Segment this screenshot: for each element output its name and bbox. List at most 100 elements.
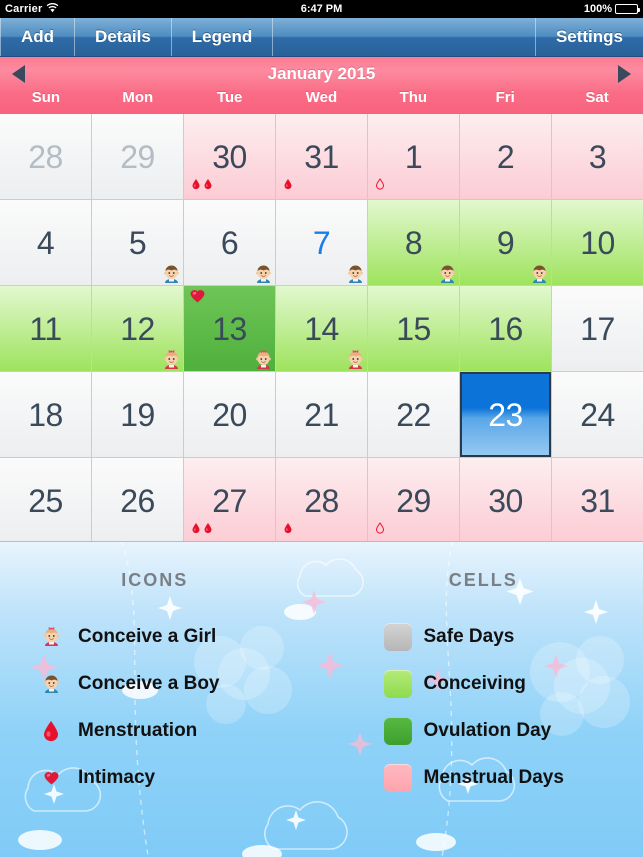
calendar-day-cell[interactable]: 13	[184, 286, 275, 371]
calendar-day-cell[interactable]: 4	[0, 200, 91, 285]
day-number: 24	[580, 396, 615, 433]
calendar-day-cell[interactable]: 7	[276, 200, 367, 285]
status-bar-time: 6:47 PM	[300, 3, 343, 15]
day-number: 14	[304, 310, 339, 347]
top-toolbar: Add Details Legend Settings	[0, 18, 643, 57]
day-number: 13	[212, 310, 247, 347]
calendar-day-cell[interactable]: 21	[276, 372, 367, 457]
calendar-day-cell[interactable]: 10	[552, 200, 643, 285]
calendar-day-cell[interactable]: 31	[552, 458, 643, 543]
legend-icon-label: Conceive a Boy	[78, 672, 220, 694]
day-number: 11	[29, 310, 62, 347]
legend-icons-list: Conceive a Girl Conceive a Boy Menstruatio…	[36, 613, 322, 801]
calendar-day-cell[interactable]: 8	[368, 200, 459, 285]
legend-cell-label: Safe Days	[423, 625, 515, 647]
day-number: 12	[120, 310, 155, 347]
day-number: 10	[580, 224, 615, 261]
prev-month-arrow-icon[interactable]	[12, 64, 25, 83]
calendar-day-cell[interactable]: 5	[92, 200, 183, 285]
day-number: 19	[120, 396, 155, 433]
legend-swatch-conceiving	[383, 669, 412, 698]
calendar-day-cell[interactable]: 23	[460, 372, 551, 457]
calendar-day-cell[interactable]: 20	[184, 372, 275, 457]
legend-swatch-menstrual	[383, 763, 412, 792]
day-number: 15	[396, 310, 431, 347]
blood-drop-filled-icon	[283, 177, 293, 196]
calendar-day-cell[interactable]: 1	[368, 114, 459, 199]
baby-girl-icon	[255, 350, 272, 369]
legend-swatch-ovulation	[383, 716, 412, 745]
day-number: 5	[128, 224, 147, 261]
settings-button[interactable]: Settings	[536, 18, 643, 56]
calendar-day-cell[interactable]: 19	[92, 372, 183, 457]
calendar-day-cell[interactable]: 9	[460, 200, 551, 285]
calendar-day-cell[interactable]: 30	[460, 458, 551, 543]
calendar-day-cell[interactable]: 22	[368, 372, 459, 457]
calendar-day-cell[interactable]: 12	[92, 286, 183, 371]
day-number: 31	[580, 482, 615, 519]
calendar-day-cell[interactable]: 15	[368, 286, 459, 371]
legend-swatch-safe	[383, 622, 412, 651]
legend-icon-label: Intimacy	[78, 766, 156, 788]
blood-drop-outline-icon	[375, 521, 385, 540]
legend-icon-label: Conceive a Girl	[78, 625, 217, 647]
calendar-day-cell[interactable]: 30	[184, 114, 275, 199]
calendar-day-cell[interactable]: 2	[460, 114, 551, 199]
blood-drop-filled-icon	[191, 521, 201, 540]
legend-icon-item: Conceive a Boy	[36, 660, 322, 707]
baby-girl-icon	[347, 350, 364, 369]
legend-panel: ICONS Conceive a Girl Conceive a Boy Menst…	[0, 541, 643, 857]
day-number: 29	[396, 482, 431, 519]
baby-boy-icon	[439, 264, 456, 283]
day-number: 16	[488, 310, 523, 347]
legend-button[interactable]: Legend	[172, 18, 274, 56]
day-number: 3	[588, 138, 607, 175]
menstruation-marker	[375, 177, 385, 196]
day-number: 9	[496, 224, 515, 261]
calendar-day-cell[interactable]: 26	[92, 458, 183, 543]
calendar-day-cell[interactable]: 31	[276, 114, 367, 199]
day-number: 25	[28, 482, 63, 519]
calendar-day-cell[interactable]: 27	[184, 458, 275, 543]
blood-drop-filled-icon	[283, 521, 293, 540]
weekday-tue: Tue	[216, 89, 243, 106]
legend-icon-item: Intimacy	[36, 754, 322, 801]
menstruation-marker	[191, 177, 213, 196]
legend-cells-heading: CELLS	[448, 570, 518, 590]
legend-cell-label: Conceiving	[423, 672, 526, 694]
intimacy-heart-icon	[190, 289, 205, 303]
day-number: 31	[304, 138, 339, 175]
blood-drop-icon	[36, 717, 66, 745]
weekday-sun: Sun	[31, 89, 61, 106]
calendar-day-cell[interactable]: 29	[368, 458, 459, 543]
calendar-day-cell[interactable]: 6	[184, 200, 275, 285]
baby-boy-icon	[255, 264, 272, 283]
calendar-day-cell[interactable]: 16	[460, 286, 551, 371]
calendar-day-cell[interactable]: 29	[92, 114, 183, 199]
weekday-fri: Fri	[495, 89, 515, 106]
blood-drop-outline-icon	[375, 177, 385, 196]
next-month-arrow-icon[interactable]	[618, 64, 631, 83]
weekday-header: Sun Mon Tue Wed Thu Fri Sat	[0, 90, 643, 114]
calendar-day-cell[interactable]: 3	[552, 114, 643, 199]
calendar-day-cell[interactable]: 28	[0, 114, 91, 199]
battery-icon	[615, 4, 640, 14]
add-button[interactable]: Add	[0, 18, 76, 56]
calendar-day-cell[interactable]: 25	[0, 458, 91, 543]
calendar-day-cell[interactable]: 28	[276, 458, 367, 543]
legend-icons-heading: ICONS	[121, 570, 189, 590]
details-button[interactable]: Details	[75, 18, 172, 56]
legend-icon-label: Menstruation	[78, 719, 198, 741]
day-number: 8	[404, 224, 423, 261]
calendar-day-cell[interactable]: 14	[276, 286, 367, 371]
weekday-sat: Sat	[585, 89, 609, 106]
day-number: 7	[312, 224, 331, 261]
calendar-day-cell[interactable]: 17	[552, 286, 643, 371]
calendar-day-cell[interactable]: 11	[0, 286, 91, 371]
calendar-day-cell[interactable]: 24	[552, 372, 643, 457]
calendar-day-cell[interactable]: 18	[0, 372, 91, 457]
weekday-mon: Mon	[122, 89, 154, 106]
legend-cells-column: CELLS Safe Days Conceiving Ovulation Day Me…	[322, 570, 643, 857]
baby-boy-icon	[531, 264, 548, 283]
status-bar-right: 100%	[584, 3, 640, 15]
